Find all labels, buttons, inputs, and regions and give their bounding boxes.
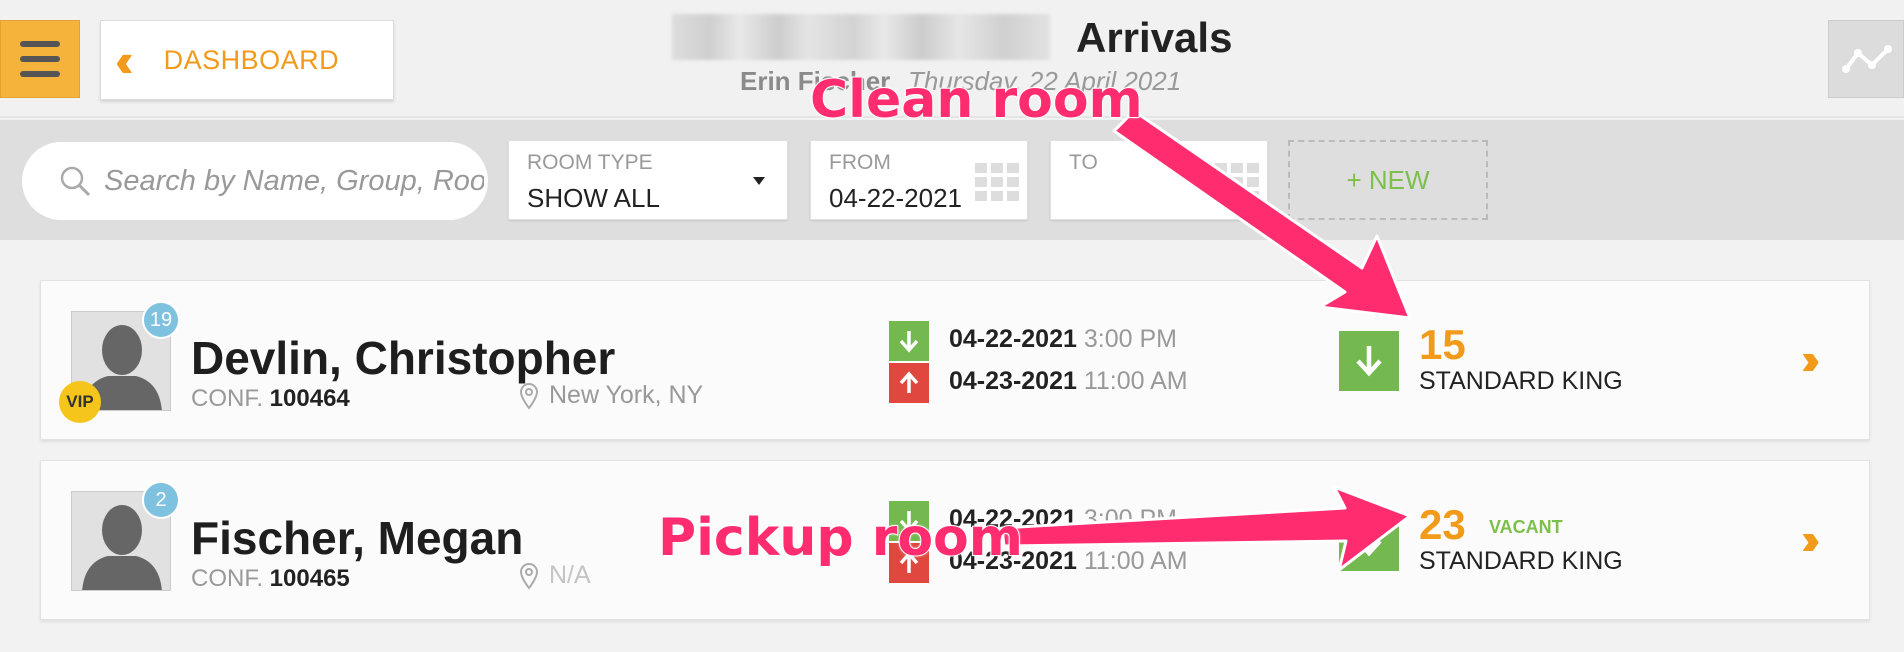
clean-room-annotation: Clean room [809, 69, 1144, 131]
pickup-room-annotation: Pickup room [657, 507, 1024, 569]
clean-room-arrow [1112, 109, 1412, 320]
pickup-room-arrow [1000, 485, 1412, 572]
